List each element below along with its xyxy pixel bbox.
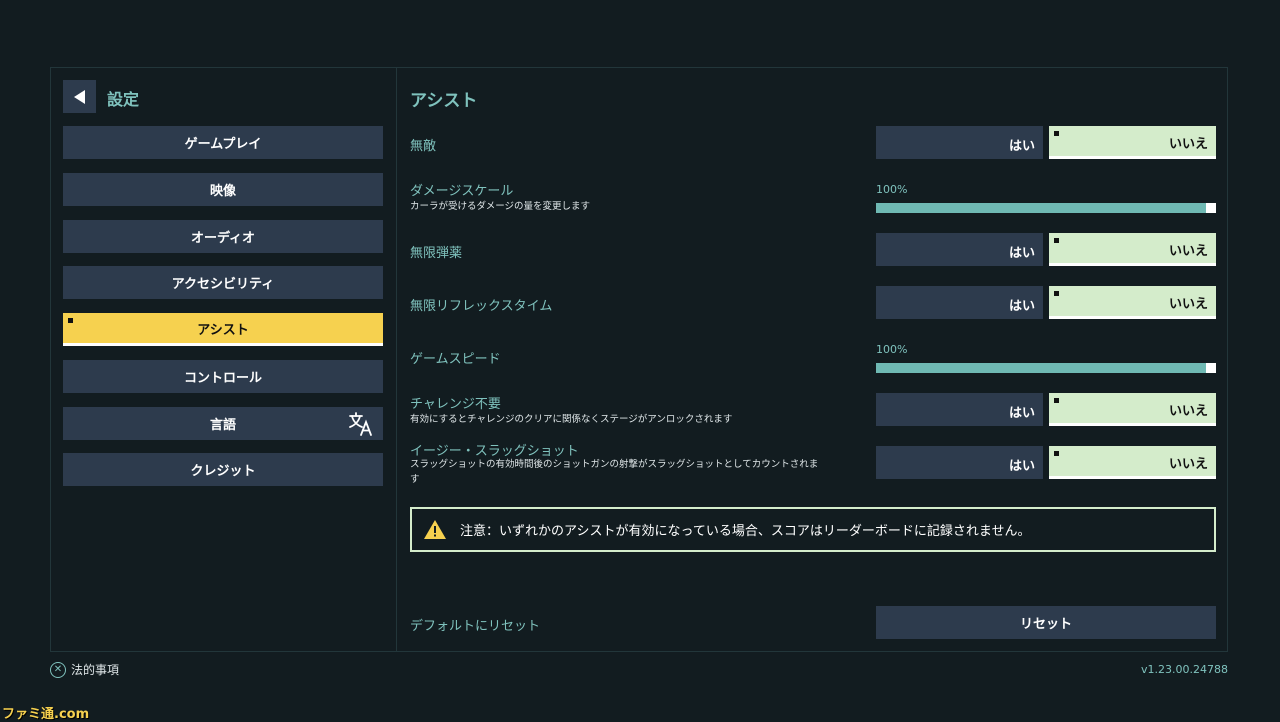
selection-marker <box>1054 238 1059 243</box>
sidebar-item-label: コントロール <box>183 371 262 386</box>
reset-button-label: リセット <box>1019 617 1072 632</box>
no-label: いいえ <box>1168 404 1208 419</box>
option-label-infinite-reflex: 無限リフレックスタイム <box>410 299 553 314</box>
selection-marker <box>1054 131 1059 136</box>
legal-label: 法的事項 <box>71 663 120 677</box>
selection-marker <box>1054 398 1059 403</box>
sidebar-item-label: アシスト <box>197 322 249 338</box>
option-desc-damage-scale: カーラが受けるダメージの量を変更します <box>410 201 591 212</box>
sidebar-item-audio[interactable]: オーディオ <box>63 220 383 253</box>
slider-knob[interactable] <box>1206 363 1216 373</box>
translate-icon <box>349 412 372 436</box>
option-desc-easy-slugshot: スラッグショットの有効時間後のショットガンの射撃がスラッグショットとしてカウント… <box>410 459 819 485</box>
selection-marker <box>1054 451 1059 456</box>
sidebar-item-assist[interactable]: アシスト <box>63 313 383 346</box>
sidebar-item-accessibility[interactable]: アクセシビリティ <box>63 266 383 299</box>
yes-label: はい <box>1008 139 1035 154</box>
page-title: アシスト <box>410 91 478 111</box>
sidebar-item-language[interactable]: 言語 <box>63 407 383 440</box>
reset-default-label: デフォルトにリセット <box>410 619 541 634</box>
watermark-logo: ファミ通.com <box>0 703 92 722</box>
damage-scale-slider[interactable] <box>876 203 1216 213</box>
back-button[interactable] <box>63 80 96 113</box>
leaderboard-notice: 注意：いずれかのアシストが有効になっている場合、スコアはリーダーボードに記録され… <box>410 507 1216 552</box>
version-text: v1.23.00.24788 <box>1141 663 1228 676</box>
sidebar-item-credits[interactable]: クレジット <box>63 453 383 486</box>
no-label: いいえ <box>1168 457 1208 472</box>
sidebar-item-label: ゲームプレイ <box>184 137 262 152</box>
slider-fill <box>876 203 1216 213</box>
option-desc-no-challenge: 有効にするとチャレンジのクリアに関係なくステージがアンロックされます <box>410 414 733 425</box>
infinite-ammo-no-button[interactable]: いいえ <box>1049 233 1216 266</box>
no-challenge-no-button[interactable]: いいえ <box>1049 393 1216 426</box>
warning-icon <box>424 520 446 539</box>
sidebar-title: 設定 <box>107 90 140 109</box>
sidebar-item-label: 映像 <box>209 184 236 199</box>
selection-marker <box>1054 291 1059 296</box>
yes-label: はい <box>1008 299 1035 314</box>
sidebar-item-label: オーディオ <box>190 231 256 246</box>
no-label: いいえ <box>1168 137 1208 152</box>
sidebar-item-controls[interactable]: コントロール <box>63 360 383 393</box>
easy-slugshot-yes-button[interactable]: はい <box>876 446 1043 479</box>
cross-button-icon: ✕ <box>50 661 66 678</box>
legal-link[interactable]: ✕ 法的事項 <box>50 661 119 678</box>
sidebar-item-label: クレジット <box>190 464 256 479</box>
game-speed-slider[interactable] <box>876 363 1216 373</box>
yes-label: はい <box>1008 459 1035 474</box>
option-label-damage-scale: ダメージスケール <box>410 184 514 199</box>
slider-fill <box>876 363 1216 373</box>
invincible-yes-button[interactable]: はい <box>876 126 1043 159</box>
infinite-ammo-yes-button[interactable]: はい <box>876 233 1043 266</box>
sidebar-item-label: アクセシビリティ <box>171 277 275 292</box>
damage-scale-value: 100% <box>876 183 908 196</box>
yes-label: はい <box>1008 246 1035 261</box>
sidebar-item-gameplay[interactable]: ゲームプレイ <box>63 126 383 159</box>
option-label-no-challenge: チャレンジ不要 <box>410 397 501 412</box>
infinite-reflex-no-button[interactable]: いいえ <box>1049 286 1216 319</box>
infinite-reflex-yes-button[interactable]: はい <box>876 286 1043 319</box>
panel-divider <box>396 67 397 652</box>
option-label-invincible: 無敵 <box>410 139 437 154</box>
no-label: いいえ <box>1168 297 1208 312</box>
notice-text: 注意：いずれかのアシストが有効になっている場合、スコアはリーダーボードに記録され… <box>460 524 1031 539</box>
selection-marker <box>68 318 73 323</box>
option-label-infinite-ammo: 無限弾薬 <box>410 246 463 261</box>
slider-knob[interactable] <box>1206 203 1216 213</box>
easy-slugshot-no-button[interactable]: いいえ <box>1049 446 1216 479</box>
game-speed-value: 100% <box>876 343 908 356</box>
yes-label: はい <box>1008 406 1035 421</box>
sidebar-item-video[interactable]: 映像 <box>63 173 383 206</box>
no-challenge-yes-button[interactable]: はい <box>876 393 1043 426</box>
reset-button[interactable]: リセット <box>876 606 1216 639</box>
invincible-no-button[interactable]: いいえ <box>1049 126 1216 159</box>
back-arrow-icon <box>73 89 85 104</box>
option-label-game-speed: ゲームスピード <box>410 352 501 367</box>
sidebar-item-label: 言語 <box>209 418 236 433</box>
no-label: いいえ <box>1168 244 1208 259</box>
